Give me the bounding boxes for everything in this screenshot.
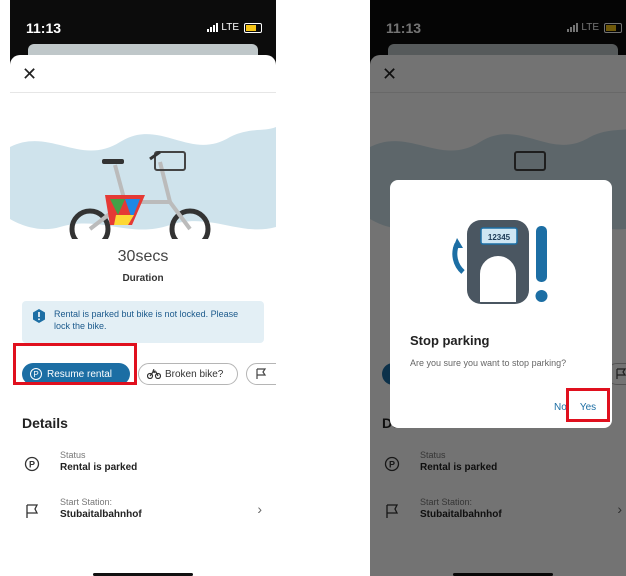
dialog-title: Stop parking <box>410 333 490 348</box>
rental-sheet: ✕ 30secs Duration Rental is parked but b… <box>10 55 276 576</box>
highlight-resume <box>13 343 137 385</box>
status-time: 11:13 <box>26 20 62 36</box>
broken-bike-icon <box>147 369 161 379</box>
duration-label: Duration <box>122 273 164 284</box>
divider <box>10 92 276 93</box>
svg-text:P: P <box>29 460 35 470</box>
phone-screen-rental: 11:13 LTE ✕ 30secs Duration Rental is pa… <box>10 0 276 576</box>
no-button[interactable]: No <box>554 402 567 413</box>
chevron-right-icon: › <box>257 501 262 517</box>
status-label: Status <box>60 450 86 460</box>
signal-icon <box>207 23 219 32</box>
close-icon[interactable]: ✕ <box>22 65 37 83</box>
highlight-yes <box>566 388 610 422</box>
bike-illustration <box>10 127 276 239</box>
flag-icon <box>256 368 267 379</box>
broken-bike-button[interactable]: Broken bike? <box>138 363 238 385</box>
start-station-row[interactable]: Start Station: Stubaitalbahnhof › <box>10 497 276 531</box>
lock-code: 12345 <box>488 233 511 242</box>
duration-value: 30secs <box>117 248 169 265</box>
notice-text: Rental is parked but bike is not locked.… <box>54 309 239 331</box>
dialog-message: Are you sure you want to stop parking? <box>410 358 567 368</box>
parking-icon: P <box>24 456 40 472</box>
flag-icon <box>26 504 39 518</box>
lock-notice: Rental is parked but bike is not locked.… <box>22 301 264 343</box>
network-label: LTE <box>221 22 239 33</box>
status-indicators: LTE <box>207 22 262 33</box>
details-title: Details <box>22 415 68 431</box>
battery-icon <box>244 22 262 33</box>
broken-bike-label: Broken bike? <box>165 368 224 380</box>
status-row: P Status Rental is parked <box>10 450 276 484</box>
station-label: Start Station: <box>60 497 113 507</box>
more-action-button[interactable] <box>246 363 276 385</box>
status-value: Rental is parked <box>60 462 138 473</box>
lock-icon: 12345 <box>452 220 548 304</box>
info-icon <box>33 309 45 323</box>
station-value: Stubaitalbahnhof <box>60 509 142 520</box>
phone-screen-dialog: 11:13 LTE ✕ 30secs Duration <box>370 0 626 576</box>
status-bar: 11:13 LTE <box>10 0 276 44</box>
